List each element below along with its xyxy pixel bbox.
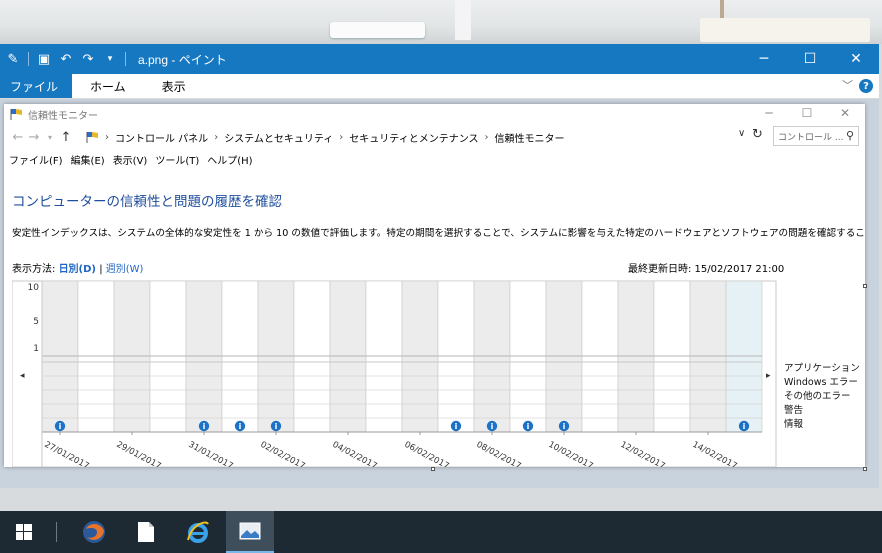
undo-icon[interactable]: ↶: [57, 50, 75, 68]
start-button[interactable]: [0, 511, 48, 553]
y-tick-label: 10: [28, 283, 40, 293]
forward-icon: →: [28, 129, 40, 145]
info-event-icon-glyph: i: [491, 422, 494, 431]
info-event-icon-glyph: i: [239, 422, 242, 431]
paint-icon: [239, 522, 261, 540]
breadcrumb-security-maintenance: セキュリティとメンテナンス: [349, 133, 479, 145]
paint-ribbon: ファイル ホーム 表示 ﹀ ?: [0, 74, 879, 99]
event-row-label: Windows エラー: [784, 377, 858, 388]
paint-window: ✎ ▣ ↶ ↷ ▾ a.png - ペイント ─ ☐ ✕ ファイル ホーム 表示…: [0, 44, 879, 488]
monitor-titlebar: 信頼性モニター ─ ☐ ✕: [4, 104, 865, 124]
monitor-minimize-icon: ─: [765, 106, 773, 120]
address-row: ← → ▾ ↑ › コントロール パネル › システムとセキュリティ › セキュ…: [4, 126, 865, 148]
menu-edit: 編集(E): [70, 155, 105, 167]
back-icon: ←: [12, 129, 24, 145]
monitor-maximize-icon: ☐: [801, 106, 813, 120]
tab-home[interactable]: ホーム: [72, 74, 144, 98]
taskbar: [0, 511, 882, 553]
resize-handle-right[interactable]: [863, 284, 867, 288]
info-event-icon-glyph: i: [59, 422, 62, 431]
taskbar-firefox[interactable]: [70, 511, 118, 553]
refresh-icon: ↻: [752, 127, 763, 142]
info-event-icon-glyph: i: [743, 422, 746, 431]
view-mode: 表示方法: 日別(D) | 週別(W): [12, 260, 143, 275]
y-tick-label: 1: [33, 344, 39, 354]
menu-help: ヘルプ(H): [207, 155, 253, 167]
recent-dropdown-icon: ▾: [47, 132, 52, 142]
address-dropdown-icon: ∨: [738, 128, 746, 139]
menu-tools: ツール(T): [155, 155, 200, 167]
page-description: 安定性インデックスは、システムの全体的な安定性を 1 から 10 の数値で評価し…: [12, 228, 865, 239]
taskbar-paint[interactable]: [226, 511, 274, 553]
monitor-title: 信頼性モニター: [28, 110, 98, 122]
monitor-menubar: ファイル(F) 編集(E) 表示(V) ツール(T) ヘルプ(H): [4, 150, 865, 168]
menu-view: 表示(V): [112, 155, 148, 167]
file-icon: [138, 522, 154, 542]
page-heading: コンピューターの信頼性と問題の履歴を確認: [12, 194, 282, 210]
address-bar: › コントロール パネル › システムとセキュリティ › セキュリティとメンテナ…: [86, 127, 750, 147]
reliability-chart: 1051◂ ▸i i i i i i i i i27/01/2017 29/01/2017 31/01…: [12, 280, 859, 467]
view-daily-link: 日別(D): [58, 264, 97, 275]
search-icon: ⚲: [845, 129, 854, 142]
close-button[interactable]: ✕: [833, 44, 879, 74]
search-placeholder: コントロール ...: [778, 132, 844, 143]
resize-handle-corner[interactable]: [863, 467, 867, 471]
search-box: コントロール ... ⚲: [773, 126, 859, 146]
view-mode-label: 表示方法:: [12, 264, 56, 275]
info-event-icon-glyph: i: [563, 422, 566, 431]
taskbar-ie[interactable]: [174, 511, 222, 553]
paint-app-icon[interactable]: ✎: [4, 50, 22, 68]
info-event-icon-glyph: i: [527, 422, 530, 431]
info-event-icon-glyph: i: [203, 422, 206, 431]
monitor-close-icon: ✕: [839, 106, 851, 120]
firefox-icon: [83, 521, 105, 543]
event-row-label: アプリケーション エラー: [784, 363, 859, 374]
paint-window-title: a.png - ペイント: [138, 52, 227, 67]
scroll-right-icon: ▸: [766, 371, 771, 381]
event-row-label: 情報: [784, 418, 804, 430]
paint-titlebar: ✎ ▣ ↶ ↷ ▾ a.png - ペイント ─ ☐ ✕: [0, 44, 879, 74]
maximize-button[interactable]: ☐: [787, 44, 833, 74]
last-updated: 最終更新日時: 15/02/2017 21:00: [628, 264, 785, 275]
control-panel-flag-icon: [10, 109, 22, 120]
view-weekly-link: 週別(W): [105, 264, 144, 275]
info-event-icon-glyph: i: [275, 422, 278, 431]
event-row-label: 警告: [784, 404, 803, 416]
info-event-icon-glyph: i: [455, 422, 458, 431]
y-tick-label: 5: [33, 317, 39, 327]
view-separator: |: [99, 264, 103, 275]
customize-quick-access-icon[interactable]: ▾: [101, 50, 119, 68]
breadcrumb-control-panel: コントロール パネル: [115, 133, 209, 145]
redo-icon[interactable]: ↷: [79, 50, 97, 68]
image-canvas[interactable]: 信頼性モニター ─ ☐ ✕ ← → ▾ ↑ › コントロール パネル › システ…: [4, 104, 865, 467]
tab-view[interactable]: 表示: [144, 74, 204, 98]
start-icon: [16, 524, 32, 540]
up-icon: ↑: [60, 129, 72, 145]
breadcrumb-reliability-monitor: 信頼性モニター: [494, 133, 565, 145]
paint-canvas-area: 信頼性モニター ─ ☐ ✕ ← → ▾ ↑ › コントロール パネル › システ…: [0, 99, 879, 488]
ribbon-collapse-icon[interactable]: ﹀: [842, 77, 853, 93]
save-icon[interactable]: ▣: [35, 50, 53, 68]
menu-file: ファイル(F): [9, 155, 63, 167]
event-row-label: その他のエラー: [784, 390, 851, 402]
scroll-left-icon: ◂: [20, 371, 25, 381]
tab-file[interactable]: ファイル: [0, 74, 73, 98]
desktop-background: [0, 0, 882, 44]
resize-handle-bottom[interactable]: [431, 467, 435, 471]
taskbar-file[interactable]: [122, 511, 170, 553]
address-flag-icon: [86, 132, 98, 143]
minimize-button[interactable]: ─: [741, 44, 787, 74]
breadcrumb-system-security: システムとセキュリティ: [224, 133, 334, 145]
help-icon[interactable]: ?: [859, 79, 873, 93]
ie-icon: [187, 521, 209, 543]
